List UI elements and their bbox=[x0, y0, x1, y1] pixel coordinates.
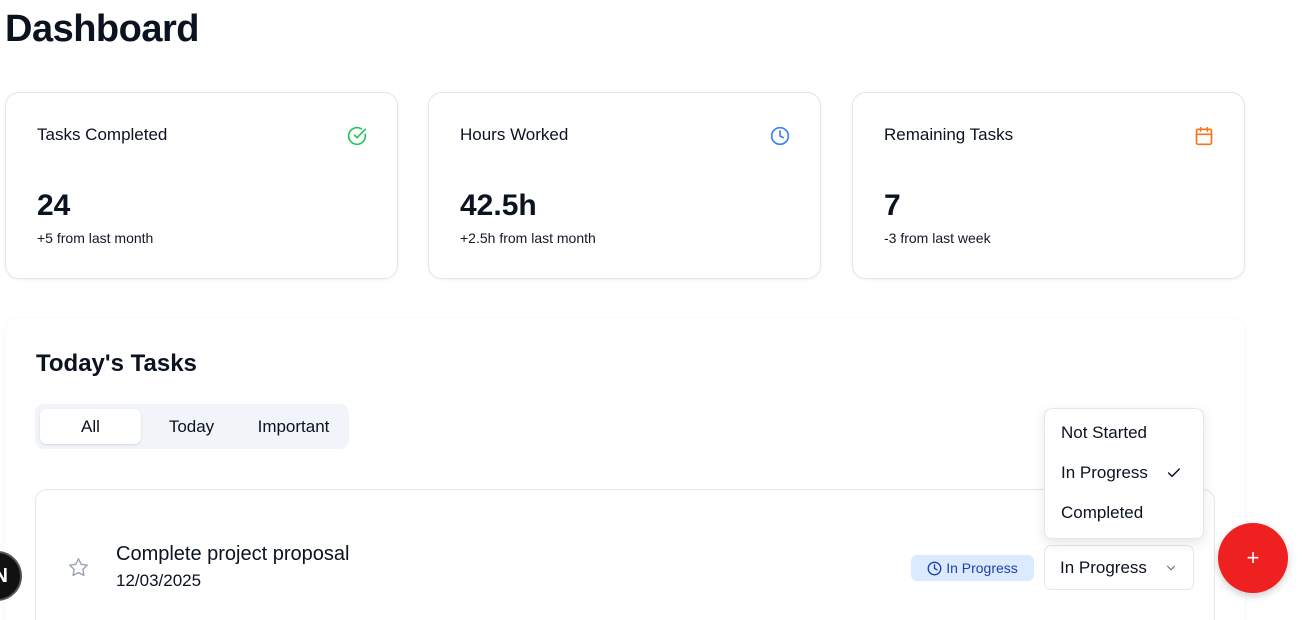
add-task-button[interactable]: + bbox=[1218, 523, 1288, 593]
stat-label: Hours Worked bbox=[460, 125, 569, 144]
chevron-down-icon bbox=[1166, 565, 1176, 571]
option-in-progress[interactable]: In Progress bbox=[1050, 455, 1198, 491]
stat-card-hours-worked: Hours Worked 42.5h +2.5h from last month bbox=[428, 92, 821, 279]
section-title: Today's Tasks bbox=[36, 350, 197, 377]
option-completed[interactable]: Completed bbox=[1050, 495, 1198, 531]
stat-subtext: +5 from last month bbox=[37, 230, 154, 246]
option-label: In Progress bbox=[1061, 463, 1148, 482]
stat-value: 42.5h bbox=[460, 189, 537, 222]
filter-tabs: All Today Important bbox=[35, 404, 349, 449]
stat-value: 7 bbox=[884, 189, 901, 222]
status-select[interactable]: In Progress bbox=[1044, 545, 1194, 590]
option-not-started[interactable]: Not Started bbox=[1050, 415, 1198, 451]
stat-value: 24 bbox=[37, 189, 71, 222]
stat-subtext: +2.5h from last month bbox=[460, 230, 596, 246]
status-dropdown-menu: Not Started In Progress Completed bbox=[1044, 408, 1204, 539]
stat-label: Tasks Completed bbox=[37, 125, 168, 144]
clock-icon bbox=[770, 126, 790, 146]
status-badge: In Progress bbox=[911, 555, 1034, 581]
stat-card-remaining-tasks: Remaining Tasks 7 -3 from last week bbox=[852, 92, 1245, 279]
check-icon bbox=[1167, 468, 1181, 478]
tab-all[interactable]: All bbox=[40, 409, 141, 444]
status-select-value: In Progress bbox=[1060, 557, 1147, 577]
tab-today[interactable]: Today bbox=[141, 409, 242, 444]
stat-subtext: -3 from last week bbox=[884, 230, 991, 246]
status-badge-label: In Progress bbox=[946, 560, 1018, 576]
stat-label: Remaining Tasks bbox=[884, 125, 1014, 144]
tab-important[interactable]: Important bbox=[242, 409, 345, 444]
stat-card-tasks-completed: Tasks Completed 24 +5 from last month bbox=[5, 92, 398, 279]
task-date: 12/03/2025 bbox=[116, 571, 202, 590]
star-icon[interactable] bbox=[68, 557, 89, 578]
clock-icon bbox=[927, 561, 942, 575]
page-title: Dashboard bbox=[5, 8, 199, 50]
check-circle-icon bbox=[347, 126, 367, 146]
task-title: Complete project proposal bbox=[116, 543, 350, 565]
calendar-icon bbox=[1195, 126, 1213, 146]
